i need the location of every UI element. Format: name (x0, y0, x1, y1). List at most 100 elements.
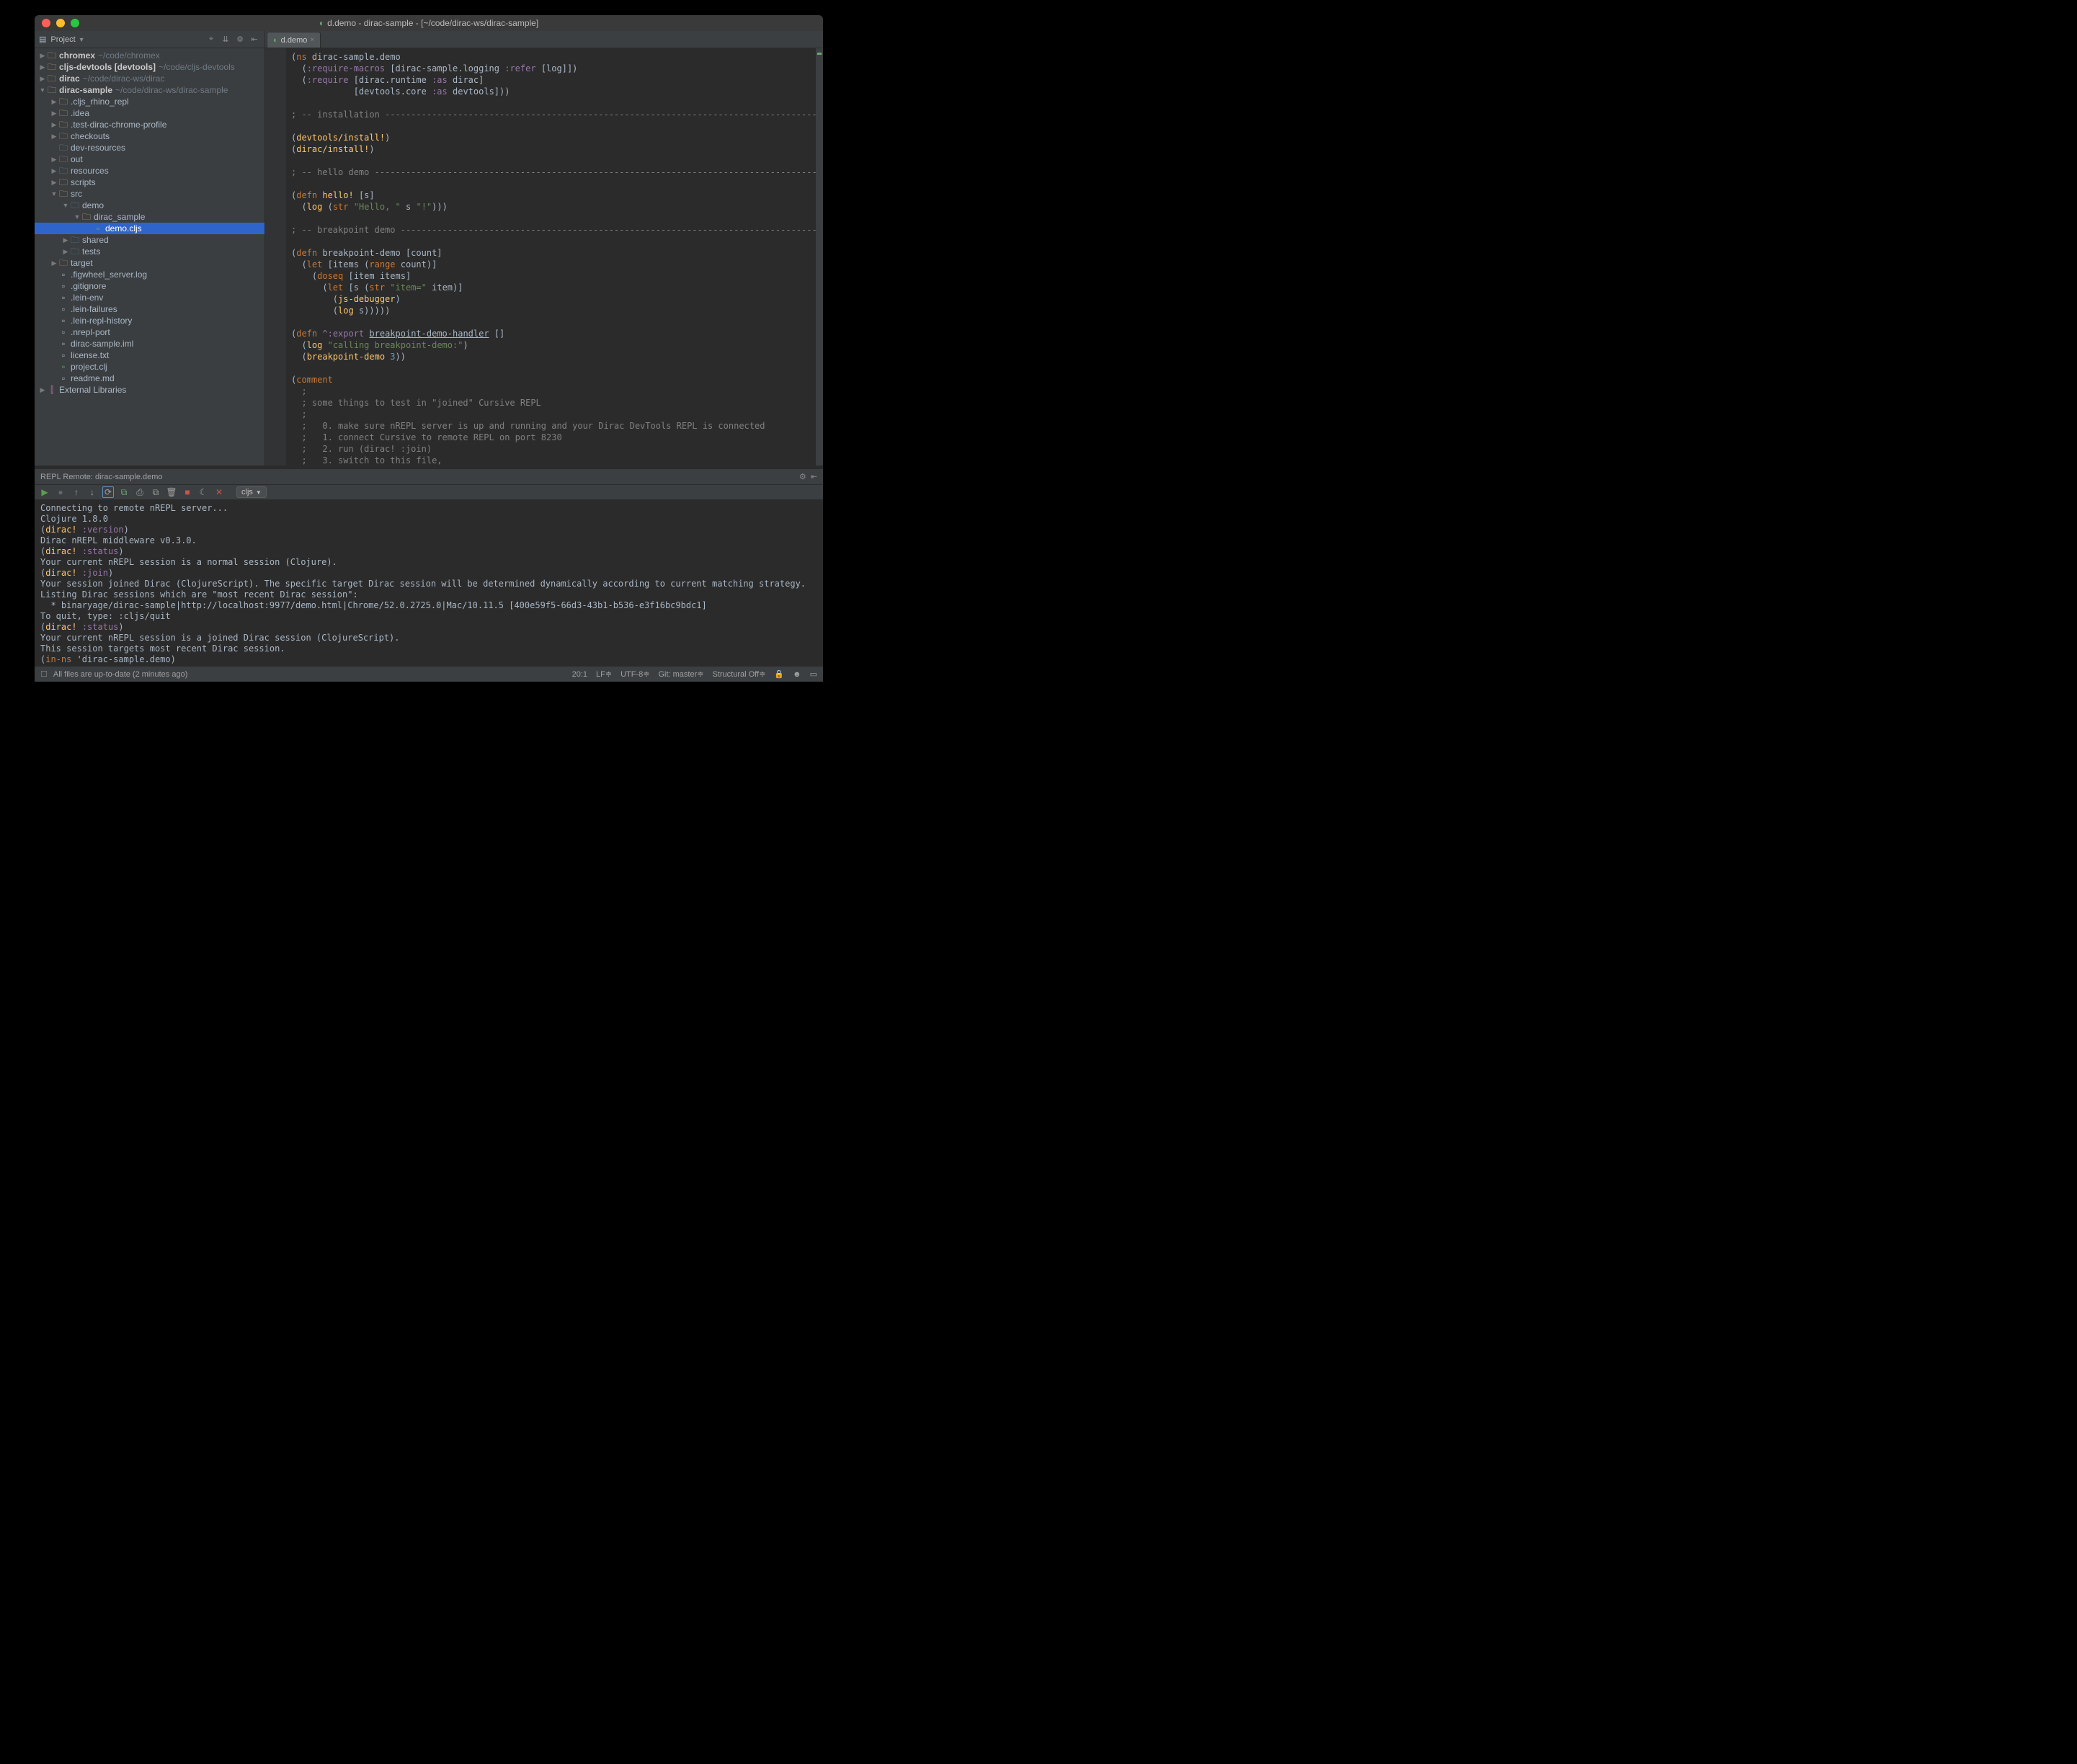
hector-icon[interactable]: ☻ (793, 670, 801, 679)
tree-row[interactable]: ▫readme.md (35, 373, 264, 384)
clear-icon[interactable]: 🗑 (166, 486, 177, 498)
interrupt-icon[interactable]: ☾ (197, 486, 209, 498)
cursor-position[interactable]: 20:1 (572, 670, 587, 679)
chevron-right-icon[interactable]: ▶ (39, 73, 46, 84)
tree-row[interactable]: ▫.lein-failures (35, 303, 264, 315)
tree-item-label: project.clj (71, 361, 107, 373)
settings-gear-icon[interactable]: ⚙ (799, 472, 806, 481)
repl-toolbar: ▶ ● ↑ ↓ ⟳ ⧉ ⎙ ⧉ 🗑 ■ ☾ ✕ cljs ▼ (35, 484, 823, 500)
chevron-down-icon[interactable]: ▼ (62, 200, 69, 211)
tree-row[interactable]: ▶🗀shared (35, 234, 264, 246)
copy-icon[interactable]: ⧉ (150, 486, 161, 498)
play-icon[interactable]: ▶ (39, 486, 50, 498)
tree-row[interactable]: ▶⫿External Libraries (35, 384, 264, 396)
chevron-right-icon[interactable]: ▶ (50, 119, 58, 130)
tree-row[interactable]: ▶🗀.idea (35, 107, 264, 119)
chevron-right-icon[interactable]: ▶ (62, 234, 69, 246)
chevron-right-icon[interactable]: ▶ (50, 153, 58, 165)
down-arrow-icon[interactable]: ↓ (86, 486, 98, 498)
repl-lang-selector[interactable]: cljs ▼ (236, 486, 267, 498)
chevron-right-icon[interactable]: ▶ (50, 96, 58, 107)
chevron-right-icon[interactable]: ▶ (50, 165, 58, 177)
scroll-from-source-icon[interactable]: ⌖ (205, 35, 217, 44)
tree-row[interactable]: ▼🗀demo (35, 200, 264, 211)
file-icon: ▫ (58, 269, 69, 280)
chevron-down-icon[interactable]: ▼ (39, 84, 46, 96)
tree-row[interactable]: ▼🗀dirac-sample~/code/dirac-ws/dirac-samp… (35, 84, 264, 96)
tree-row[interactable]: ▫demo.cljs (35, 223, 264, 234)
file-icon: ▫ (58, 373, 69, 384)
tree-item-path: ~/code/dirac-ws/dirac (83, 73, 165, 84)
tree-row[interactable]: ▫.lein-env (35, 292, 264, 303)
folder-icon: 🗀 (58, 165, 69, 177)
project-tree[interactable]: ▶🗀chromex~/code/chromex▶🗀cljs-devtools [… (35, 48, 264, 466)
collapse-all-icon[interactable]: ⇊ (220, 35, 231, 44)
editor-tab[interactable]: ◐ d.demo × (267, 32, 321, 48)
memory-indicator[interactable]: ▭ (810, 669, 817, 679)
repl-header-label: REPL Remote: dirac-sample.demo (40, 473, 163, 481)
tree-row[interactable]: ▫.nrepl-port (35, 326, 264, 338)
tree-row[interactable]: ▶🗀chromex~/code/chromex (35, 50, 264, 61)
file-encoding[interactable]: UTF-8≑ (621, 669, 649, 679)
tree-row[interactable]: ▶🗀scripts (35, 177, 264, 188)
tree-row[interactable]: ▶🗀target (35, 257, 264, 269)
chevron-right-icon[interactable]: ▶ (62, 246, 69, 257)
folder-icon: 🗀 (46, 50, 58, 61)
chevron-right-icon[interactable]: ▶ (50, 107, 58, 119)
tree-row[interactable]: ▶🗀dirac~/code/dirac-ws/dirac (35, 73, 264, 84)
tree-row[interactable]: ▶🗀resources (35, 165, 264, 177)
tree-row[interactable]: ▶🗀cljs-devtools [devtools]~/code/cljs-de… (35, 61, 264, 73)
bug-icon[interactable]: ⧉ (118, 486, 130, 498)
chevron-right-icon[interactable]: ▶ (39, 384, 46, 396)
hide-panel-icon[interactable]: ⇤ (811, 472, 817, 481)
close-icon[interactable]: × (310, 36, 314, 44)
settings-gear-icon[interactable]: ⚙ (234, 35, 246, 44)
up-arrow-icon[interactable]: ↑ (71, 486, 82, 498)
folder-icon: 🗀 (58, 96, 69, 107)
tree-row[interactable]: ▫project.clj (35, 361, 264, 373)
tree-row[interactable]: 🗀dev-resources (35, 142, 264, 153)
tree-item-label: chromex (59, 50, 95, 61)
tree-row[interactable]: ▼🗀src (35, 188, 264, 200)
lock-icon[interactable]: 🔒 (774, 669, 784, 679)
chevron-right-icon[interactable]: ▶ (39, 61, 46, 73)
chevron-down-icon[interactable]: ▼ (50, 188, 58, 200)
tree-item-label: shared (82, 234, 109, 246)
repl-output[interactable]: Connecting to remote nREPL server... Clo… (35, 500, 823, 666)
tree-row[interactable]: ▶🗀.test-dirac-chrome-profile (35, 119, 264, 130)
hide-panel-icon[interactable]: ⇤ (249, 35, 260, 44)
print-icon[interactable]: ⎙ (134, 486, 146, 498)
chevron-right-icon[interactable]: ▶ (50, 130, 58, 142)
chevron-right-icon[interactable]: ▶ (50, 177, 58, 188)
chevron-down-icon[interactable]: ▼ (74, 211, 81, 223)
tree-item-path: ~/code/chromex (98, 50, 160, 61)
sidebar-title[interactable]: Project (50, 35, 75, 44)
stop-icon[interactable]: ■ (182, 486, 193, 498)
structural-editing[interactable]: Structural Off≑ (712, 669, 765, 679)
sidebar-view-dropdown[interactable]: ▼ (79, 36, 85, 43)
chevron-right-icon[interactable]: ▶ (39, 50, 46, 61)
code-editor[interactable]: (ns dirac-sample.demo (:require-macros [… (265, 48, 823, 466)
tree-row[interactable]: ▫dirac-sample.iml (35, 338, 264, 349)
tree-row[interactable]: ▼🗀dirac_sample (35, 211, 264, 223)
tree-row[interactable]: ▫.figwheel_server.log (35, 269, 264, 280)
tree-item-label: dev-resources (71, 142, 125, 153)
editor-pane: ◐ d.demo × (ns dirac-sample.demo (:requi… (265, 31, 823, 466)
tree-row[interactable]: ▶🗀.cljs_rhino_repl (35, 96, 264, 107)
chevron-right-icon[interactable]: ▶ (50, 257, 58, 269)
tree-item-label: scripts (71, 177, 96, 188)
folder-open-icon: 🗀 (58, 188, 69, 200)
rerun-icon[interactable]: ● (55, 486, 66, 498)
git-branch[interactable]: Git: master≑ (658, 669, 703, 679)
tree-row[interactable]: ▶🗀out (35, 153, 264, 165)
line-separator[interactable]: LF≑ (596, 669, 612, 679)
folder-icon: 🗀 (58, 107, 69, 119)
tree-row[interactable]: ▶🗀tests (35, 246, 264, 257)
tree-row[interactable]: ▫license.txt (35, 349, 264, 361)
tree-item-path: ~/code/dirac-ws/dirac-sample (115, 84, 228, 96)
tree-row[interactable]: ▫.lein-repl-history (35, 315, 264, 326)
tree-row[interactable]: ▶🗀checkouts (35, 130, 264, 142)
tree-row[interactable]: ▫.gitignore (35, 280, 264, 292)
close-icon[interactable]: ✕ (213, 486, 225, 498)
history-icon[interactable]: ⟳ (102, 486, 114, 498)
